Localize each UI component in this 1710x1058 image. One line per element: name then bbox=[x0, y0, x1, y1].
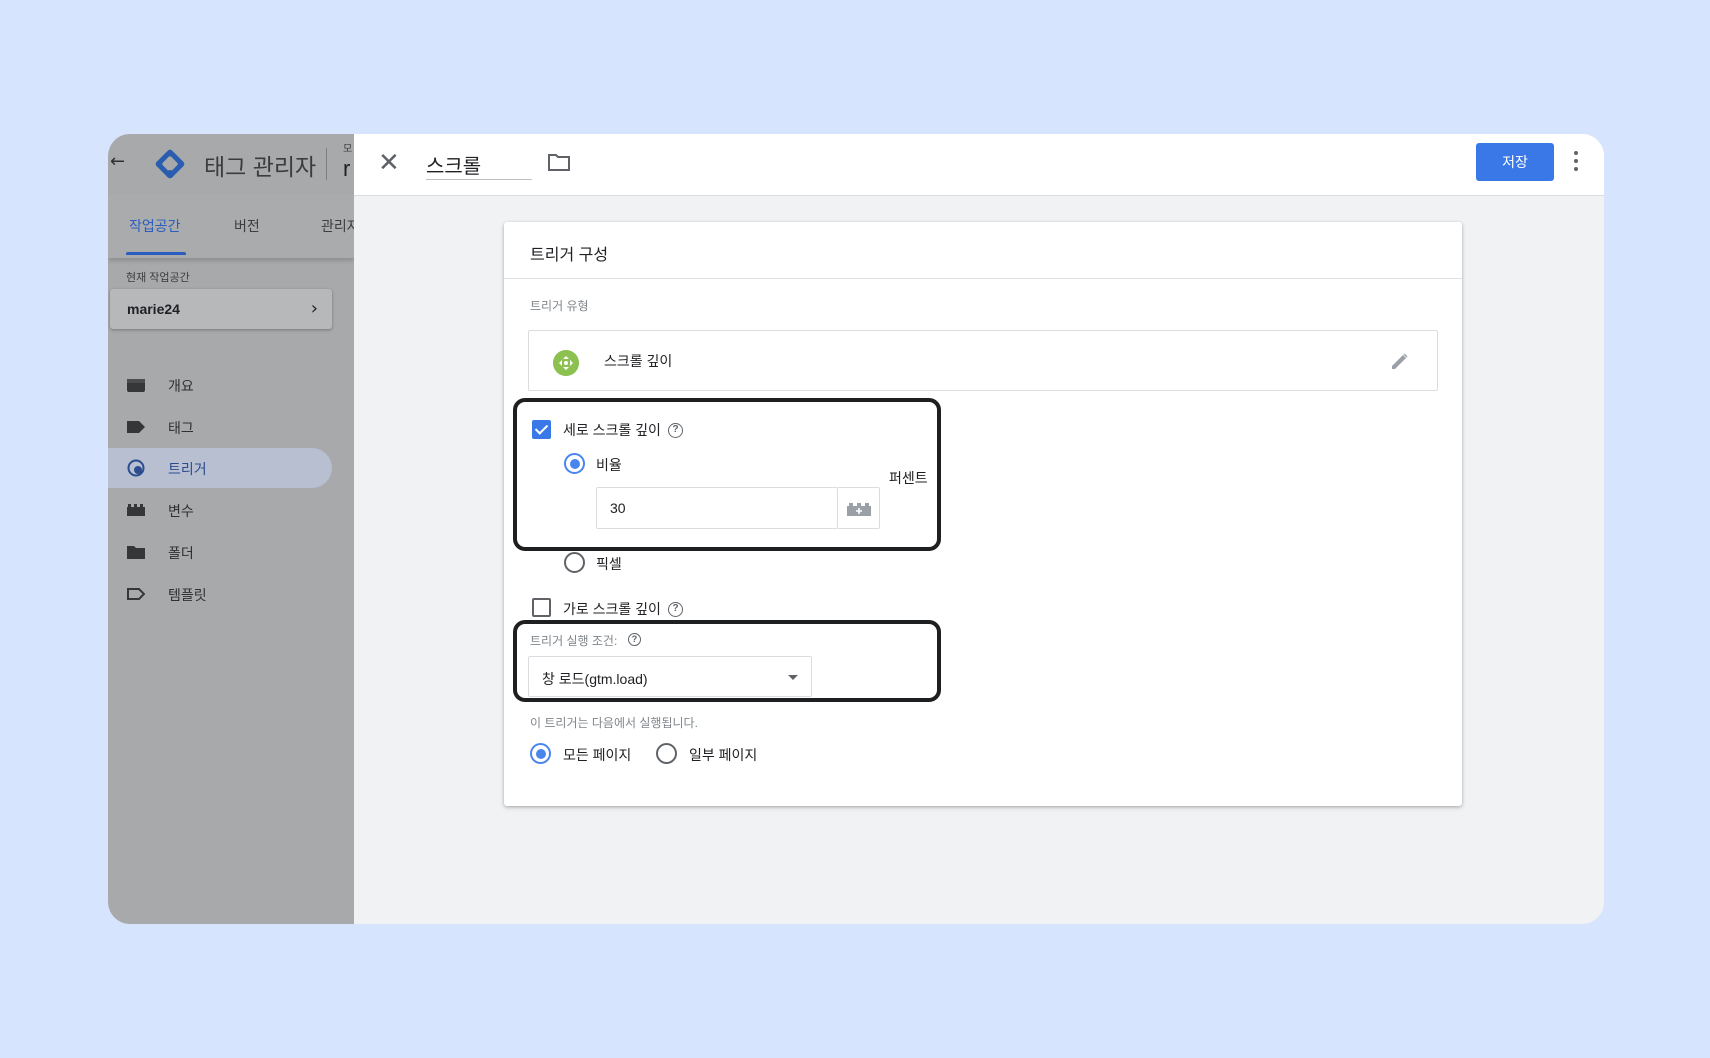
trigger-type-name: 스크롤 깊이 bbox=[604, 353, 673, 369]
pixel-label: 픽셀 bbox=[596, 556, 622, 572]
some-pages-radio[interactable] bbox=[656, 743, 677, 764]
back-arrow-icon[interactable]: ← bbox=[110, 152, 130, 172]
workspace-label: 현재 작업공간 bbox=[126, 272, 190, 284]
trigger-config-card: 트리거 구성 트리거 유형 스크롤 깊이 세로 스크롤 깊이 ? 비율 30 퍼… bbox=[504, 222, 1462, 806]
gtm-sidebar-app: ← 태그 관리자 모 r 작업공간 버전 관리자 현재 작업공간 marie24… bbox=[108, 134, 360, 924]
trigger-type-label: 트리거 유형 bbox=[530, 299, 589, 313]
app-title: 태그 관리자 bbox=[204, 154, 317, 180]
trigger-icon bbox=[127, 459, 145, 477]
gtm-logo-icon bbox=[155, 149, 185, 179]
nav-label-triggers: 트리거 bbox=[168, 461, 207, 477]
highlight-box-fire-condition bbox=[513, 620, 941, 702]
edit-pencil-icon[interactable] bbox=[1389, 350, 1411, 372]
nav-item-folders[interactable]: 폴더 bbox=[108, 532, 332, 572]
card-divider bbox=[504, 278, 1462, 279]
account-name[interactable]: r bbox=[343, 156, 350, 182]
nav-item-templates[interactable]: 템플릿 bbox=[108, 574, 332, 614]
header-divider bbox=[326, 148, 327, 180]
app-window: ← 태그 관리자 모 r 작업공간 버전 관리자 현재 작업공간 marie24… bbox=[108, 134, 1604, 924]
variable-icon bbox=[127, 504, 145, 516]
all-pages-label: 모든 페이지 bbox=[563, 747, 632, 763]
highlight-box-vertical-scroll bbox=[513, 398, 941, 551]
trigger-type-selector[interactable]: 스크롤 깊이 bbox=[528, 330, 1438, 391]
nav-label-templates: 템플릿 bbox=[168, 587, 207, 603]
pixel-radio[interactable] bbox=[564, 552, 585, 573]
overview-icon bbox=[127, 379, 145, 392]
nav-label-folders: 폴더 bbox=[168, 545, 194, 561]
scroll-depth-icon bbox=[553, 350, 579, 376]
card-title: 트리거 구성 bbox=[530, 247, 609, 264]
chevron-right-icon: › bbox=[310, 298, 318, 319]
nav-item-tags[interactable]: 태그 bbox=[108, 407, 332, 447]
some-pages-label: 일부 페이지 bbox=[689, 747, 758, 763]
app-header: ← 태그 관리자 모 r bbox=[108, 134, 354, 194]
folder-icon bbox=[127, 546, 145, 559]
nav-item-overview[interactable]: 개요 bbox=[108, 365, 332, 405]
more-vert-icon[interactable] bbox=[1570, 149, 1582, 175]
tag-icon bbox=[127, 421, 145, 433]
workspace-name: marie24 bbox=[127, 301, 180, 317]
tabs-bar: 작업공간 버전 관리자 bbox=[108, 194, 360, 258]
horizontal-scroll-checkbox[interactable] bbox=[532, 598, 551, 617]
close-icon[interactable]: ✕ bbox=[378, 149, 400, 177]
nav-label-overview: 개요 bbox=[168, 378, 194, 394]
trigger-name-input[interactable]: 스크롤 bbox=[426, 146, 532, 180]
nav-item-triggers[interactable]: 트리거 bbox=[108, 448, 332, 488]
nav-label-variables: 변수 bbox=[168, 503, 194, 519]
horizontal-scroll-label: 가로 스크롤 깊이 bbox=[563, 601, 661, 617]
help-icon[interactable]: ? bbox=[668, 602, 683, 617]
tab-workspace[interactable]: 작업공간 bbox=[129, 216, 181, 236]
nav-label-tags: 태그 bbox=[168, 420, 194, 436]
tab-versions[interactable]: 버전 bbox=[234, 216, 260, 236]
template-icon bbox=[127, 588, 145, 600]
save-button[interactable]: 저장 bbox=[1476, 143, 1554, 181]
account-label: 모 bbox=[343, 144, 353, 155]
editor-topbar: ✕ 스크롤 저장 bbox=[354, 134, 1604, 196]
workspace-selector[interactable]: marie24 › bbox=[110, 289, 332, 329]
folder-outline-icon[interactable] bbox=[548, 153, 570, 171]
fires-on-label: 이 트리거는 다음에서 실행됩니다. bbox=[530, 716, 698, 730]
tab-active-indicator bbox=[126, 252, 186, 255]
trigger-editor-panel: ✕ 스크롤 저장 트리거 구성 트리거 유형 스크롤 깊이 세로 스크롤 깊이 … bbox=[354, 134, 1604, 924]
nav-item-variables[interactable]: 변수 bbox=[108, 490, 332, 530]
all-pages-radio[interactable] bbox=[530, 743, 551, 764]
